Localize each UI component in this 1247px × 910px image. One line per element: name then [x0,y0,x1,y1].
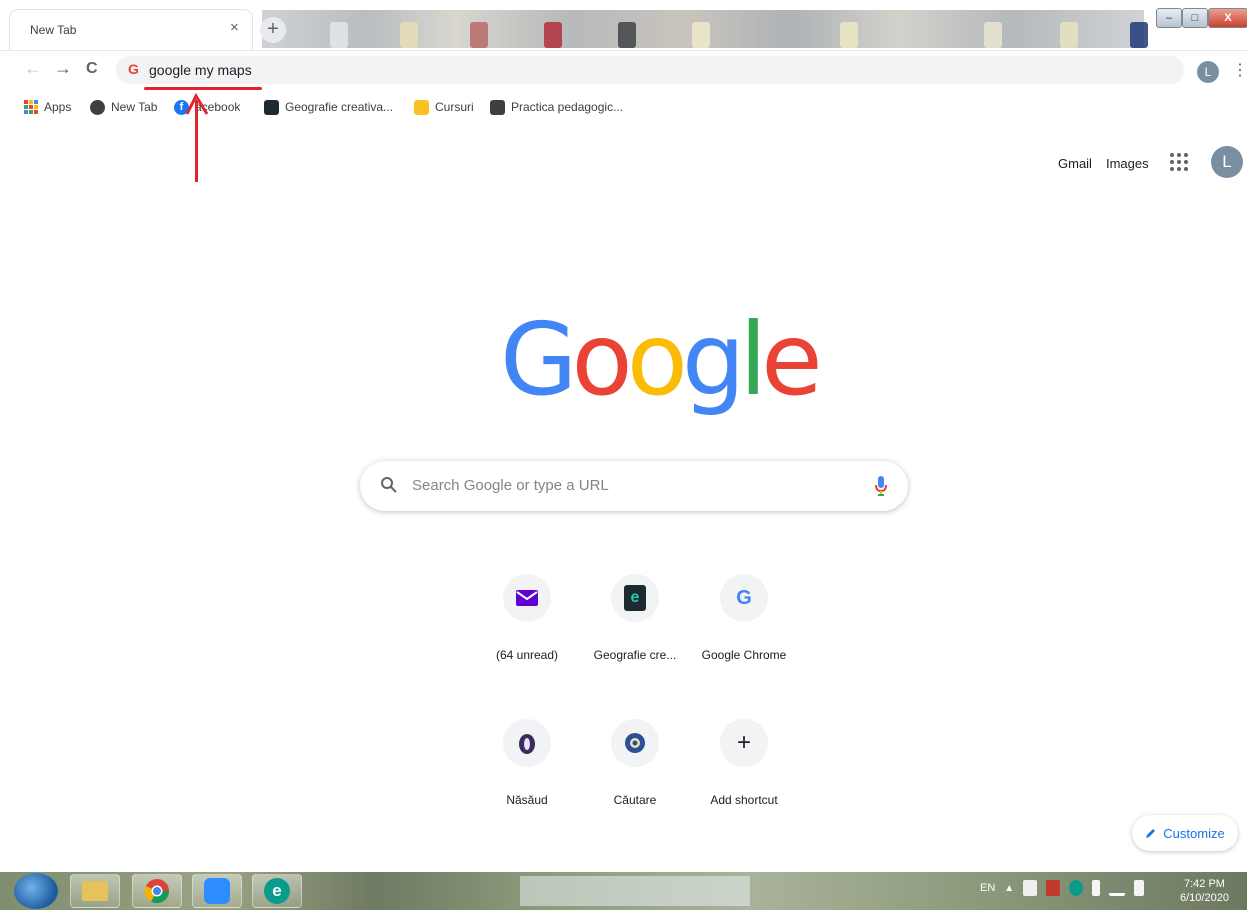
apps-grid-icon [24,100,38,114]
bookmark-label: Geografie creativa... [285,100,394,114]
annotation-underline [144,87,262,90]
forward-button[interactable]: → [54,58,72,79]
tab-close-icon[interactable]: × [230,19,239,36]
network-icon[interactable] [1109,880,1126,896]
bookmark-label: Cursuri [435,100,474,114]
tab-title: New Tab [30,23,77,37]
classroom-dark-icon [490,99,505,115]
active-tab[interactable]: New Tab × [10,10,252,50]
annotation-arrow-head [185,92,209,115]
minimize-button[interactable]: – [1156,8,1182,28]
eduapp-icon [264,99,279,115]
bookmark-geografie[interactable]: Geografie creativa... [264,97,393,117]
flag-icon[interactable] [1023,880,1038,896]
logo-letter: o [571,301,633,418]
shortcut-label: Căutare [613,793,657,807]
shortcut-label: Google Chrome [701,648,787,662]
address-bar-text[interactable]: google my maps [149,62,252,78]
images-link[interactable]: Images [1106,156,1149,171]
reload-button[interactable]: C [86,60,98,78]
explorer-icon[interactable] [70,874,120,908]
plus-icon: + [720,719,768,767]
antivirus-tray-icon[interactable] [1046,880,1061,896]
microphone-icon[interactable] [874,475,888,497]
bookmark-apps[interactable]: Apps [24,97,71,117]
shortcut-tile[interactable]: Năsăud [471,703,583,833]
logo-letter: l [739,301,767,418]
shortcut-tile[interactable]: (64 unread) [471,558,583,688]
chrome-icon[interactable] [132,874,182,908]
windows-taskbar: e EN ▲ 7:42 PM 6/10/2020 [0,872,1247,910]
classroom-icon [414,99,429,115]
clock-time: 7:42 PM [1183,878,1225,890]
shortcut-label: (64 unread) [495,648,559,662]
address-bar[interactable]: G google my maps [116,56,1184,84]
logo-letter: o [626,301,688,418]
clock-date: 6/10/2020 [1180,892,1229,904]
system-tray: EN ▲ [980,880,1145,896]
customize-label: Customize [1163,825,1225,841]
volume-icon[interactable] [1134,880,1145,896]
window-controls: – □ X [1156,8,1247,30]
mail-icon [503,574,551,622]
google-logo: Google [500,290,823,430]
shortcut-tile[interactable]: Căutare [579,703,691,833]
back-button[interactable]: ← [24,58,42,79]
shortcut-label: Năsăud [506,793,548,807]
window-close-button[interactable]: X [1208,8,1247,28]
taskbar-window-preview[interactable] [520,876,750,906]
google-favicon-icon: G [128,61,139,77]
add-shortcut-tile[interactable]: + Add shortcut [688,703,800,833]
bookmark-practica[interactable]: Practica pedagogic... [490,97,623,117]
top-links: Gmail Images [1058,156,1149,171]
logo-letter: e [761,301,822,418]
gmail-link[interactable]: Gmail [1058,156,1092,171]
bookmark-label: Apps [44,100,72,114]
profile-avatar[interactable]: L [1211,146,1243,178]
shortcut-tile[interactable]: e Geografie cre... [579,558,691,688]
search-input[interactable]: Search Google or type a URL [412,477,609,494]
search-icon [381,477,397,493]
google-g-icon: G [720,574,768,622]
new-tab-button[interactable]: + [260,17,286,43]
bookmark-label: New Tab [111,100,158,114]
eset-tray-icon[interactable] [1069,880,1084,896]
eduapp-icon: e [611,574,659,622]
pencil-icon [1146,829,1156,838]
background-tabs [262,10,1148,48]
search-box[interactable]: Search Google or type a URL [360,461,908,511]
crest-icon [611,719,659,767]
globe-icon [90,99,105,115]
bookmark-label: Practica pedagogic... [511,100,624,114]
profile-avatar-toolbar[interactable]: L [1197,61,1219,83]
taskbar-clock[interactable]: 7:42 PM 6/10/2020 [1180,877,1229,905]
browser-toolbar: ← → C G google my maps L ⋮ [0,50,1247,90]
eset-icon[interactable]: e [252,874,302,908]
shortcut-label: Add shortcut [710,793,778,807]
battery-icon[interactable] [1092,880,1101,896]
tab-strip: New Tab × + – □ X [0,0,1247,50]
customize-button[interactable]: Customize [1132,815,1238,851]
bookmark-cursuri[interactable]: Cursuri [414,97,474,117]
shortcut-label: Geografie cre... [593,648,677,662]
language-indicator[interactable]: EN [980,882,995,894]
start-button[interactable] [14,873,58,909]
nasaud-icon [503,719,551,767]
zoom-icon[interactable] [192,874,242,908]
logo-letter: g [681,301,746,418]
bookmark-new-tab[interactable]: New Tab [90,97,157,117]
logo-letter: G [500,301,577,418]
tray-expand-icon[interactable]: ▲ [1004,883,1014,894]
shortcut-tile[interactable]: G Google Chrome [688,558,800,688]
google-apps-icon[interactable] [1170,153,1188,171]
chrome-menu-icon[interactable]: ⋮ [1232,60,1247,80]
maximize-button[interactable]: □ [1182,8,1208,28]
